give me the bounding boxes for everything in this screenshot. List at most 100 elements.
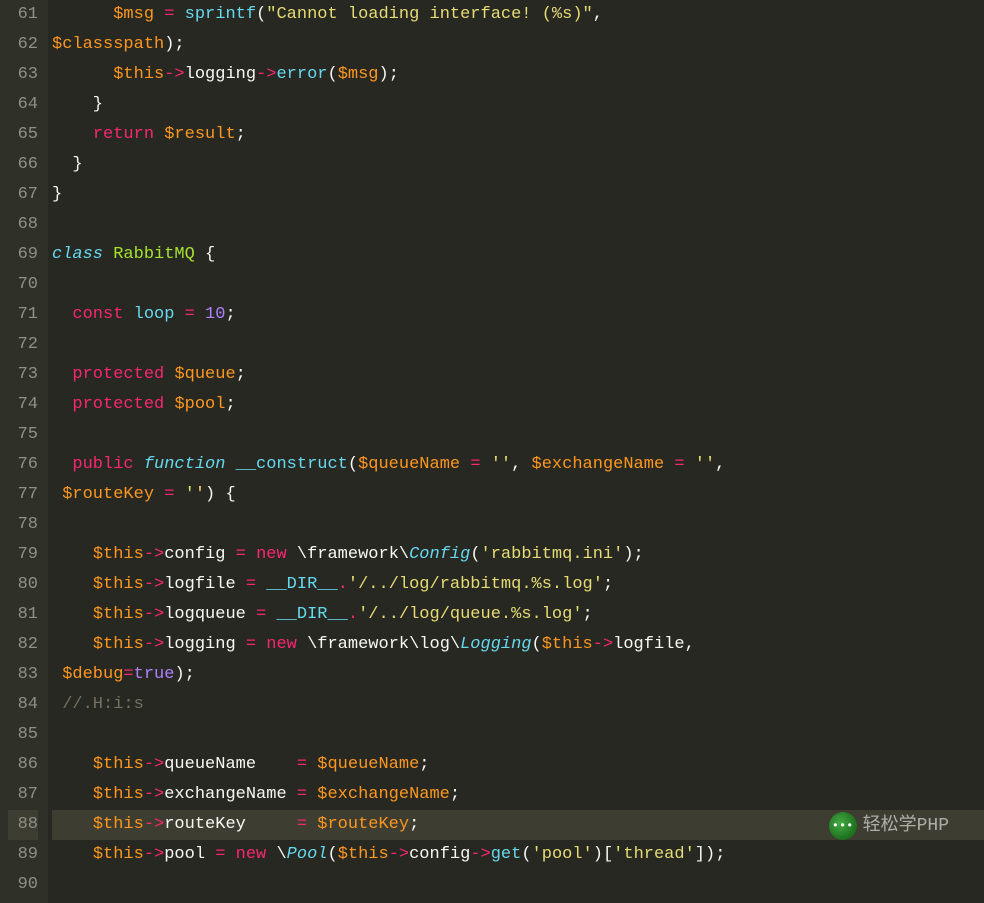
token-plain: );	[379, 65, 399, 84]
token-plain	[123, 305, 133, 324]
token-modifier: public	[72, 455, 133, 474]
code-line[interactable]: //.H:i:s	[52, 690, 984, 720]
token-plain	[52, 635, 93, 654]
token-plain	[460, 455, 470, 474]
line-number: 65	[8, 120, 38, 150]
token-op: =	[297, 785, 307, 804]
token-plain	[52, 605, 93, 624]
token-op: =	[164, 485, 174, 504]
code-line[interactable]: $this->logging = new \framework\log\Logg…	[52, 630, 984, 660]
token-fn: get	[491, 845, 522, 864]
token-str: 'pool'	[532, 845, 593, 864]
token-var: $this	[113, 65, 164, 84]
token-var: $msg	[113, 5, 154, 24]
token-plain: (	[256, 5, 266, 24]
code-line[interactable]: $routeKey = '') {	[52, 480, 984, 510]
token-plain	[52, 5, 113, 24]
token-plain: );	[164, 35, 184, 54]
token-var: $this	[338, 845, 389, 864]
token-fn: loop	[134, 305, 175, 324]
token-plain	[52, 65, 113, 84]
code-line[interactable]: $this->logfile = __DIR__.'/../log/rabbit…	[52, 570, 984, 600]
token-plain	[154, 5, 164, 24]
token-plain	[664, 455, 674, 474]
code-line[interactable]: protected $queue;	[52, 360, 984, 390]
code-line[interactable]	[52, 420, 984, 450]
code-line[interactable]: protected $pool;	[52, 390, 984, 420]
token-op: =	[185, 305, 195, 324]
token-plain: config	[164, 545, 235, 564]
code-line[interactable]: class RabbitMQ {	[52, 240, 984, 270]
token-plain: );	[174, 665, 194, 684]
code-area[interactable]: $msg = sprintf("Cannot loading interface…	[48, 0, 984, 903]
token-plain	[52, 485, 62, 504]
token-plain: config	[409, 845, 470, 864]
token-plain: }	[52, 155, 83, 174]
token-plain: (	[348, 455, 358, 474]
token-plain: (	[521, 845, 531, 864]
token-op: ->	[593, 635, 613, 654]
token-var: $result	[164, 125, 235, 144]
code-line[interactable]: $this->exchangeName = $exchangeName;	[52, 780, 984, 810]
token-var: $classspath	[52, 35, 164, 54]
code-line[interactable]	[52, 210, 984, 240]
code-line[interactable]: $this->pool = new \Pool($this->config->g…	[52, 840, 984, 870]
code-line[interactable]: $classspath);	[52, 30, 984, 60]
code-line[interactable]: $this->config = new \framework\Config('r…	[52, 540, 984, 570]
token-op: =	[297, 755, 307, 774]
code-editor[interactable]: 6162636465666768697071727374757677787980…	[0, 0, 984, 903]
token-plain	[307, 755, 317, 774]
code-line[interactable]: $msg = sprintf("Cannot loading interface…	[52, 0, 984, 30]
token-plain: ;	[419, 755, 429, 774]
token-plain	[154, 485, 164, 504]
code-line[interactable]	[52, 510, 984, 540]
token-plain: ;	[225, 305, 235, 324]
code-line[interactable]: $this->queueName = $queueName;	[52, 750, 984, 780]
token-plain	[52, 125, 93, 144]
token-str: ''	[185, 485, 205, 504]
token-var: $exchangeName	[532, 455, 665, 474]
code-line[interactable]	[52, 330, 984, 360]
token-plain: ;	[409, 815, 419, 834]
token-plain: ;	[236, 365, 246, 384]
token-plain	[52, 845, 93, 864]
token-plain	[195, 305, 205, 324]
token-var: $this	[93, 605, 144, 624]
code-line[interactable]	[52, 270, 984, 300]
code-line[interactable]: $this->routeKey = $routeKey;	[52, 810, 984, 840]
line-number: 70	[8, 270, 38, 300]
code-line[interactable]: return $result;	[52, 120, 984, 150]
code-line[interactable]: $this->logqueue = __DIR__.'/../log/queue…	[52, 600, 984, 630]
token-var: $this	[93, 755, 144, 774]
code-line[interactable]	[52, 870, 984, 900]
token-kw2: class	[52, 245, 103, 264]
code-line[interactable]: }	[52, 150, 984, 180]
code-line[interactable]: $debug=true);	[52, 660, 984, 690]
code-line[interactable]: }	[52, 90, 984, 120]
token-str: '/../log/rabbitmq.%s.log'	[348, 575, 603, 594]
token-comment: //.H:i:s	[62, 695, 144, 714]
token-op: ->	[144, 755, 164, 774]
line-number: 77	[8, 480, 38, 510]
token-kw2: function	[144, 455, 226, 474]
token-plain	[174, 305, 184, 324]
token-var: $routeKey	[317, 815, 409, 834]
code-line[interactable]: const loop = 10;	[52, 300, 984, 330]
token-fn: sprintf	[185, 5, 256, 24]
token-fn: __construct	[236, 455, 348, 474]
line-number: 74	[8, 390, 38, 420]
line-number: 61	[8, 0, 38, 30]
token-op: =	[215, 845, 225, 864]
code-line[interactable]: }	[52, 180, 984, 210]
code-line[interactable]: $this->logging->error($msg);	[52, 60, 984, 90]
line-number: 86	[8, 750, 38, 780]
code-line[interactable]	[52, 720, 984, 750]
token-plain	[52, 455, 72, 474]
token-plain: exchangeName	[164, 785, 297, 804]
token-var: $this	[93, 545, 144, 564]
token-plain: ;	[225, 395, 235, 414]
code-line[interactable]: public function __construct($queueName =…	[52, 450, 984, 480]
token-plain: logfile	[164, 575, 246, 594]
line-number: 66	[8, 150, 38, 180]
token-op: ->	[144, 635, 164, 654]
